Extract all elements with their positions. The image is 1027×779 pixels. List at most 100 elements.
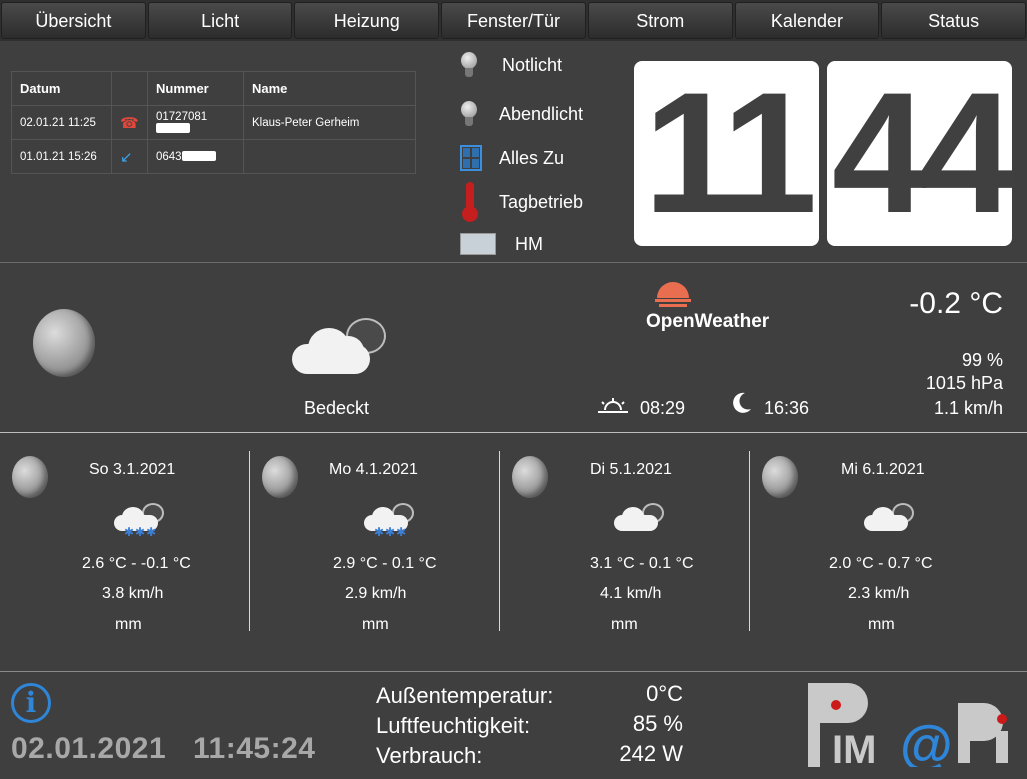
status-label: Notlicht bbox=[502, 54, 563, 75]
light-bulb-icon bbox=[460, 52, 478, 78]
call-date: 01.01.21 15:26 bbox=[11, 139, 112, 174]
forecast-date: Mo 4.1.2021 bbox=[329, 461, 418, 478]
status-label: Alles Zu bbox=[499, 147, 565, 168]
weather-condition: Bedeckt bbox=[304, 398, 370, 418]
forecast-wind: 2.3 km/h bbox=[848, 585, 910, 602]
forecast-wind: 3.8 km/h bbox=[102, 585, 164, 602]
cloud-icon bbox=[864, 503, 920, 535]
info-icon[interactable]: i bbox=[11, 683, 51, 723]
status-label: Tagbetrieb bbox=[499, 191, 584, 212]
battery-icon bbox=[460, 233, 496, 255]
status-tagbetrieb[interactable]: Tagbetrieb bbox=[462, 182, 583, 222]
moon-phase-icon bbox=[12, 456, 48, 498]
light-bulb-icon bbox=[460, 101, 478, 127]
forecast-wind: 4.1 km/h bbox=[600, 585, 662, 602]
footer-datetime: 02.01.2021 11:45:24 bbox=[11, 732, 315, 766]
consumption-value: 242 W bbox=[619, 741, 683, 766]
wind-speed: 1.1 km/h bbox=[933, 398, 1003, 418]
status-notlicht[interactable]: Notlicht bbox=[460, 52, 562, 78]
status-label: Abendlicht bbox=[499, 103, 584, 124]
forecast-temp-range: 3.1 °C - 0.1 °C bbox=[590, 555, 694, 572]
humidity: 99 % bbox=[961, 350, 1003, 370]
tab-fenster-tuer[interactable]: Fenster/Tür bbox=[441, 2, 586, 39]
clock-minutes: 44 bbox=[827, 61, 1015, 246]
consumption-label: Verbrauch: bbox=[376, 743, 483, 768]
tab-status[interactable]: Status bbox=[881, 2, 1027, 39]
current-temperature: -0.2 °C bbox=[909, 287, 1003, 320]
column-header-nummer: Nummer bbox=[147, 71, 244, 106]
table-row[interactable]: 01.01.21 15:26 ↙ 0643 bbox=[11, 139, 416, 174]
status-alles-zu[interactable]: Alles Zu bbox=[460, 145, 564, 171]
forecast-temp-range: 2.6 °C - -0.1 °C bbox=[82, 555, 191, 572]
forecast-temp-range: 2.0 °C - 0.7 °C bbox=[829, 555, 933, 572]
moon-phase-icon bbox=[262, 456, 298, 498]
footer-time: 11:45:24 bbox=[193, 732, 316, 765]
top-navigation: Übersicht Licht Heizung Fenster/Tür Stro… bbox=[0, 0, 1027, 41]
column-header-type bbox=[111, 71, 148, 106]
moon-phase-icon bbox=[762, 456, 798, 498]
sunset-moon-icon bbox=[733, 392, 751, 413]
thermometer-icon bbox=[462, 182, 478, 222]
table-header-row: Datum Nummer Name bbox=[11, 71, 416, 106]
forecast-day: So 3.1.2021 ✱✱✱ 2.6 °C - -0.1 °C 3.8 km/… bbox=[0, 451, 250, 633]
tab-heizung[interactable]: Heizung bbox=[294, 2, 440, 39]
call-name bbox=[243, 139, 416, 174]
svg-text:IM: IM bbox=[832, 728, 876, 767]
table-row[interactable]: 02.01.21 11:25 ☎ 01727081 Klaus-Peter Ge… bbox=[11, 105, 416, 140]
pressure: 1015 hPa bbox=[925, 373, 1003, 393]
status-hm[interactable]: HM bbox=[460, 233, 543, 255]
column-header-name: Name bbox=[243, 71, 416, 106]
openweather-logo-icon bbox=[655, 282, 691, 307]
pimapi-logo: IM @ bbox=[808, 683, 1008, 767]
tab-kalender[interactable]: Kalender bbox=[734, 2, 880, 39]
missed-call-icon: ☎ bbox=[120, 114, 139, 132]
sunrise-icon bbox=[598, 398, 628, 413]
forecast-day: Mo 4.1.2021 ✱✱✱ 2.9 °C - 0.1 °C 2.9 km/h… bbox=[250, 451, 500, 633]
footer-date: 02.01.2021 bbox=[11, 732, 167, 765]
cloud-icon bbox=[614, 503, 670, 535]
forecast-date: Di 5.1.2021 bbox=[590, 461, 672, 478]
forecast-rain: mm bbox=[362, 616, 389, 633]
window-icon bbox=[460, 145, 482, 171]
moon-phase-icon bbox=[33, 309, 95, 377]
call-list-table: Datum Nummer Name 02.01.21 11:25 ☎ 01727… bbox=[11, 71, 416, 174]
incoming-call-icon: ↙ bbox=[120, 148, 133, 166]
tab-strom[interactable]: Strom bbox=[587, 2, 733, 39]
status-abendlicht[interactable]: Abendlicht bbox=[460, 101, 583, 127]
snow-cloud-icon: ✱✱✱ bbox=[364, 503, 420, 539]
sunset-time: 16:36 bbox=[764, 398, 810, 418]
forecast-rain: mm bbox=[611, 616, 638, 633]
divider bbox=[0, 262, 1027, 263]
redaction-mask bbox=[156, 123, 190, 134]
forecast-rain: mm bbox=[115, 616, 142, 633]
humidity-value: 85 % bbox=[632, 711, 683, 736]
call-number: 0643 bbox=[156, 150, 182, 163]
cloud-icon bbox=[292, 318, 396, 376]
svg-text:@: @ bbox=[900, 715, 953, 767]
snow-cloud-icon: ✱✱✱ bbox=[114, 503, 170, 539]
provider-name: OpenWeather bbox=[646, 311, 770, 332]
forecast-date: So 3.1.2021 bbox=[89, 461, 176, 478]
divider bbox=[0, 432, 1027, 433]
outside-temp-value: 0°C bbox=[646, 681, 683, 706]
sunrise-time: 08:29 bbox=[640, 398, 686, 418]
humidity-label: Luftfeuchtigkeit: bbox=[376, 713, 531, 738]
forecast-temp-range: 2.9 °C - 0.1 °C bbox=[333, 555, 437, 572]
forecast-rain: mm bbox=[868, 616, 895, 633]
redaction-mask bbox=[181, 151, 216, 162]
forecast-day: Di 5.1.2021 3.1 °C - 0.1 °C 4.1 km/h mm bbox=[500, 451, 750, 633]
outside-temp-label: Außentemperatur: bbox=[376, 683, 554, 708]
status-label: HM bbox=[515, 233, 543, 254]
moon-phase-icon bbox=[512, 456, 548, 498]
call-date: 02.01.21 11:25 bbox=[11, 105, 112, 140]
divider bbox=[0, 671, 1027, 672]
call-name: Klaus-Peter Gerheim bbox=[243, 105, 416, 140]
clock-hours: 11 bbox=[634, 61, 819, 246]
forecast-date: Mi 6.1.2021 bbox=[841, 461, 925, 478]
column-header-datum: Datum bbox=[11, 71, 112, 106]
forecast-wind: 2.9 km/h bbox=[345, 585, 407, 602]
call-number: 01727081 bbox=[156, 110, 208, 123]
tab-uebersicht[interactable]: Übersicht bbox=[1, 2, 146, 39]
tab-licht[interactable]: Licht bbox=[147, 2, 293, 39]
forecast-day: Mi 6.1.2021 2.0 °C - 0.7 °C 2.3 km/h mm bbox=[750, 451, 1000, 633]
